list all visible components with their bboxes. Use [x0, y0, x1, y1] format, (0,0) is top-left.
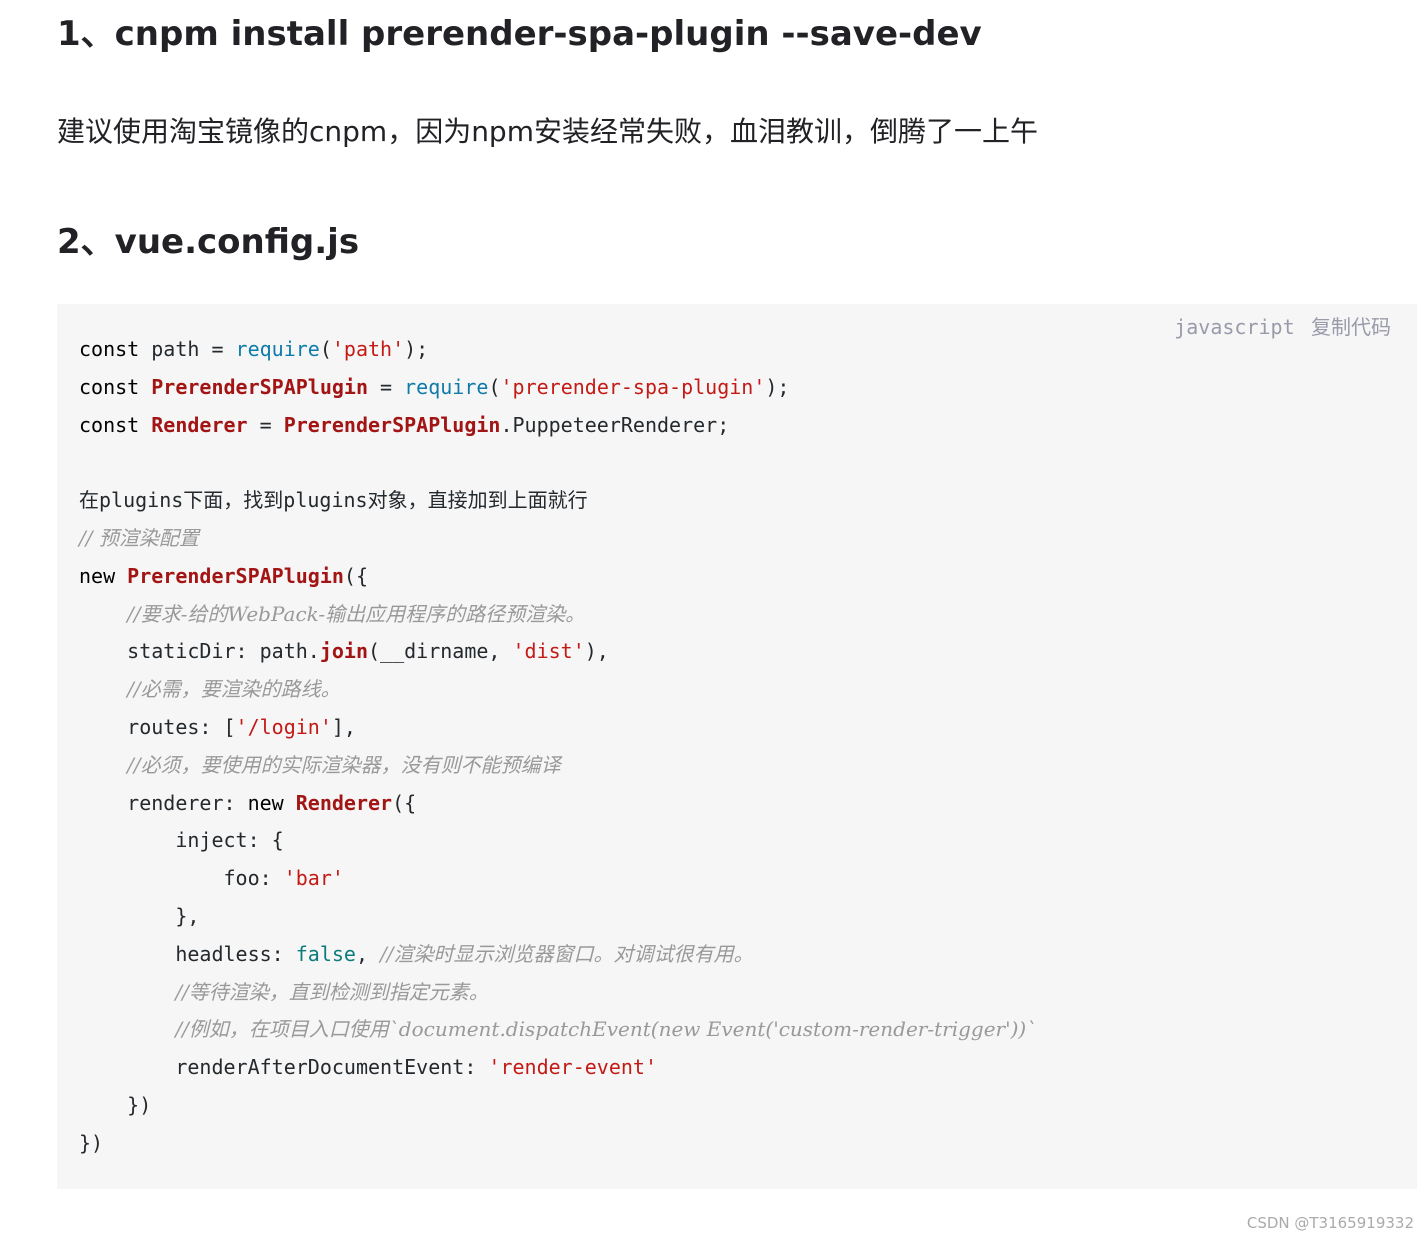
code-token: Renderer [151, 412, 248, 437]
code-toolbar: javascript 复制代码 [1174, 314, 1391, 340]
code-token: //必需，要渲染的路线。 [127, 677, 341, 702]
code-token: }, [79, 903, 200, 928]
copy-code-button[interactable]: 复制代码 [1311, 315, 1391, 339]
code-content: const path = require('path'); const Prere… [79, 331, 1036, 1163]
code-token: const [79, 374, 140, 399]
code-line: //必须，要使用的实际渲染器，没有则不能预编译 [79, 747, 1036, 785]
code-token: //等待渲染，直到检测到指定元素。 [175, 979, 489, 1004]
code-token: ); [404, 337, 429, 361]
code-line: renderer: new Renderer({ [79, 785, 1036, 823]
code-token: = [247, 412, 284, 437]
heading-vue-config: 2、vue.config.js [57, 222, 360, 262]
code-token: (__dirname, [368, 639, 513, 664]
code-token: require [404, 374, 489, 399]
code-token: ({ [343, 563, 369, 588]
code-line: //例如，在项目入口使用`document.dispatchEvent(new … [79, 1011, 1036, 1049]
code-token: const [79, 337, 140, 361]
code-token: ( [488, 374, 501, 399]
code-token: staticDir: path. [79, 639, 320, 664]
code-line: }) [79, 1087, 1036, 1125]
code-token: ), [584, 639, 609, 664]
code-token: //要求-给的WebPack-输出应用程序的路径预渲染。 [127, 601, 586, 626]
code-token: foo: [79, 866, 284, 891]
code-block: javascript 复制代码 const path = require('pa… [57, 304, 1417, 1189]
code-token: PrerenderSPAPlugin [151, 374, 369, 399]
code-line: }, [79, 898, 1036, 936]
code-token: 'render-event' [488, 1055, 657, 1080]
code-token: renderer: [79, 790, 248, 815]
code-token: new [79, 563, 116, 588]
code-token: PrerenderSPAPlugin [127, 563, 344, 588]
code-token: routes: [ [79, 714, 236, 739]
code-token: .PuppeteerRenderer; [500, 412, 730, 437]
code-token: // 预渲染配置 [79, 525, 199, 550]
code-token: }) [79, 1092, 152, 1117]
code-token: //例如，在项目入口使用`document.dispatchEvent(new … [175, 1017, 1037, 1042]
code-token: require [235, 337, 320, 361]
code-token: renderAfterDocumentEvent: [79, 1055, 489, 1080]
heading-install: 1、cnpm install prerender-spa-plugin --sa… [57, 14, 982, 54]
code-line: const Renderer = PrerenderSPAPlugin.Pupp… [79, 407, 1036, 445]
code-line: staticDir: path.join(__dirname, 'dist'), [79, 633, 1036, 671]
code-line: headless: false, //渲染时显示浏览器窗口。对调试很有用。 [79, 936, 1036, 974]
code-token: ], [331, 714, 356, 739]
code-token: inject: { [79, 828, 284, 853]
paragraph-note: 建议使用淘宝镜像的cnpm，因为npm安装经常失败，血泪教训，倒腾了一上午 [57, 115, 1038, 148]
code-token: ); [765, 374, 790, 399]
watermark: CSDN @T3165919332 [1246, 1214, 1414, 1232]
code-token: 在plugins下面，找到plugins对象，直接加到上面就行 [79, 488, 588, 513]
code-line: //等待渲染，直到检测到指定元素。 [79, 974, 1036, 1012]
code-line: foo: 'bar' [79, 860, 1036, 898]
code-token: 'dist' [512, 639, 585, 664]
code-token: ( [319, 337, 332, 361]
code-line: new PrerenderSPAPlugin({ [79, 558, 1036, 596]
code-line: //必需，要渲染的路线。 [79, 671, 1036, 709]
code-line: 在plugins下面，找到plugins对象，直接加到上面就行 [79, 482, 1036, 520]
code-token: headless: [79, 941, 296, 966]
code-line: inject: { [79, 822, 1036, 860]
code-token: 'prerender-spa-plugin' [500, 374, 766, 399]
code-token: ({ [392, 790, 417, 815]
code-line: const PrerenderSPAPlugin = require('prer… [79, 369, 1036, 407]
code-line: //要求-给的WebPack-输出应用程序的路径预渲染。 [79, 596, 1036, 634]
code-line: const path = require('path'); [79, 331, 1036, 369]
code-token: //渲染时显示浏览器窗口。对调试很有用。 [380, 941, 754, 966]
code-token: '/login' [235, 714, 332, 739]
code-line: }) [79, 1125, 1036, 1163]
code-token: , [355, 941, 381, 966]
code-token: new [247, 790, 284, 815]
code-token: //必须，要使用的实际渲染器，没有则不能预编译 [127, 752, 561, 777]
code-token: = [368, 374, 405, 399]
code-token: path = [139, 337, 236, 361]
code-token: PrerenderSPAPlugin [283, 412, 501, 437]
code-line: renderAfterDocumentEvent: 'render-event' [79, 1049, 1036, 1087]
code-token: false [295, 941, 356, 966]
code-token: 'path' [331, 337, 405, 361]
code-token: const [79, 412, 140, 437]
code-token: 'bar' [283, 866, 344, 891]
code-token: }) [79, 1130, 104, 1155]
code-token: join [319, 639, 368, 664]
code-line: // 预渲染配置 [79, 520, 1036, 558]
code-line: routes: ['/login'], [79, 709, 1036, 747]
code-language-label: javascript [1174, 315, 1295, 339]
code-token: Renderer [295, 790, 393, 815]
